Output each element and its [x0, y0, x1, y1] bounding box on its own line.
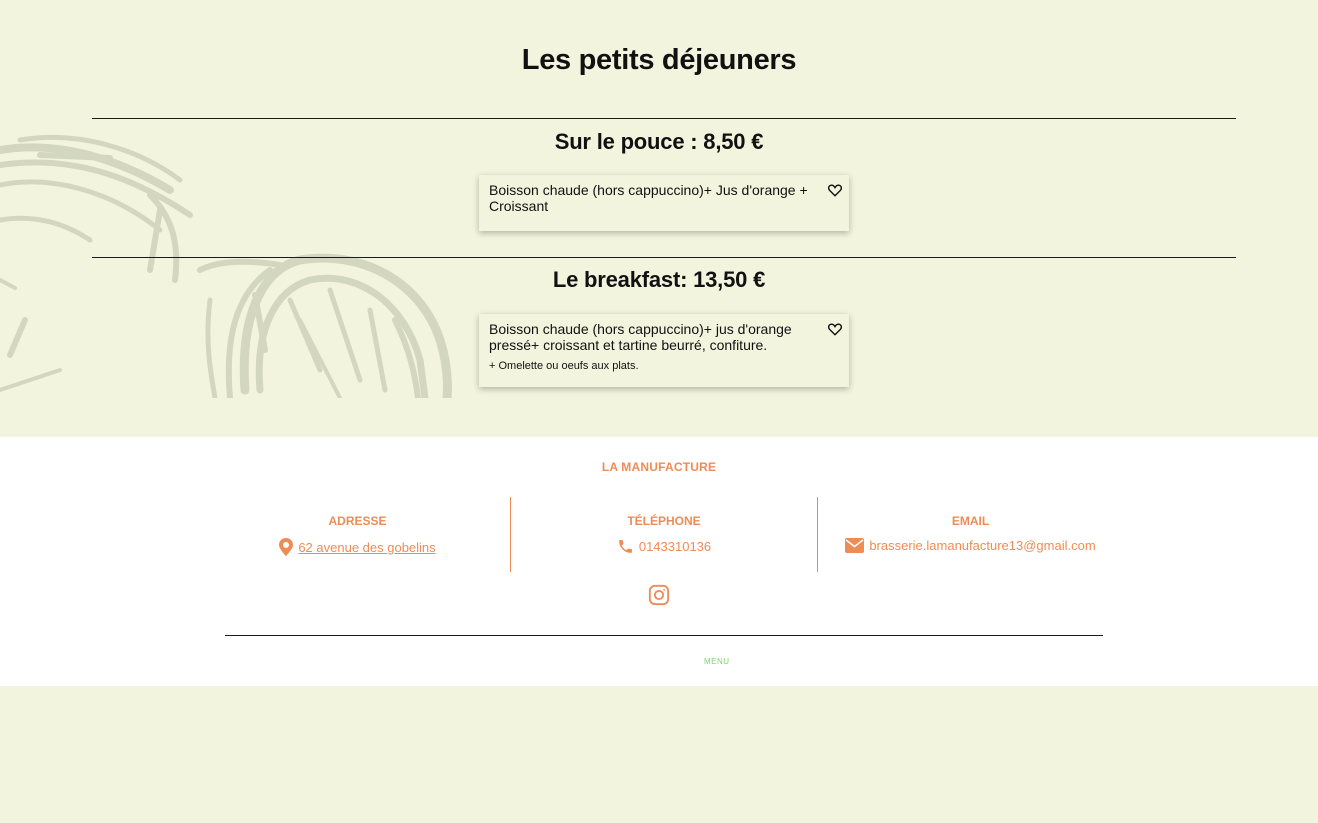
phone-number[interactable]: 0143310136	[639, 539, 711, 554]
menu-item-extra: + Omelette ou oeufs aux plats.	[489, 360, 639, 372]
email-address[interactable]: brasserie.lamanufacture13@gmail.com	[869, 538, 1095, 553]
section-title-le-breakfast: Le breakfast: 13,50 €	[552, 267, 766, 292]
map-pin-icon	[279, 538, 294, 556]
menu-area: Les petits déjeuners Sur le pouce : 8,50…	[0, 0, 1318, 437]
heart-icon[interactable]	[828, 323, 842, 336]
section-divider	[92, 118, 1236, 119]
email-value: brasserie.lamanufacture13@gmail.com	[845, 538, 1096, 553]
section-title-sur-le-pouce: Sur le pouce : 8,50 €	[554, 129, 764, 154]
address-column: ADRESSE 62 avenue des gobelins	[205, 497, 510, 572]
section-divider	[92, 257, 1236, 258]
instagram-icon[interactable]	[648, 584, 670, 606]
menu-item-description: Boisson chaude (hors cappuccino)+ Jus d'…	[489, 182, 808, 214]
email-column: EMAIL brasserie.lamanufacture13@gmail.co…	[818, 497, 1123, 572]
decorative-sketch	[0, 120, 460, 398]
phone-heading: TÉLÉPHONE	[627, 514, 701, 528]
email-heading: EMAIL	[951, 514, 990, 528]
footer: LA MANUFACTURE ADRESSE 62 avenue des gob…	[0, 437, 1318, 686]
page-title: Les petits déjeuners	[521, 44, 797, 76]
footer-divider	[225, 635, 1103, 636]
menu-item-card: Boisson chaude (hors cappuccino)+ jus d'…	[479, 314, 849, 387]
phone-column: TÉLÉPHONE 0143310136	[511, 497, 817, 572]
menu-item-description: Boisson chaude (hors cappuccino)+ jus d'…	[489, 321, 792, 353]
address-value: 62 avenue des gobelins	[279, 538, 436, 556]
address-link[interactable]: 62 avenue des gobelins	[298, 540, 435, 555]
brand-name: LA MANUFACTURE	[601, 460, 717, 474]
heart-icon[interactable]	[828, 184, 842, 197]
footer-menu-link[interactable]: MENU	[704, 657, 730, 666]
address-heading: ADRESSE	[328, 514, 387, 528]
phone-icon	[618, 540, 632, 553]
phone-value: 0143310136	[617, 538, 711, 555]
envelope-icon	[845, 538, 865, 553]
menu-item-card: Boisson chaude (hors cappuccino)+ Jus d'…	[479, 175, 849, 231]
